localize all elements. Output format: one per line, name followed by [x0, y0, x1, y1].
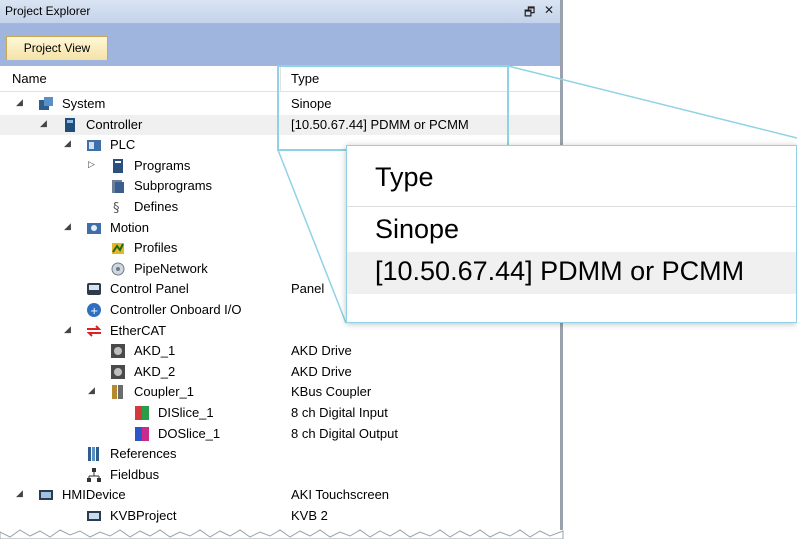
torn-edge — [0, 529, 564, 539]
zoom-source-box — [277, 65, 509, 151]
zoom-header-divider — [347, 206, 796, 207]
zoom-row-controller-type: [10.50.67.44] PDMM or PCMM — [375, 256, 745, 286]
zoom-type-header: Type — [375, 162, 434, 192]
zoom-connector-line-bottom — [277, 149, 347, 324]
zoom-connector-line-top — [507, 65, 797, 139]
zoom-row-system-type: Sinope — [375, 214, 460, 244]
zoom-callout: Type Sinope [10.50.67.44] PDMM or PCMM — [346, 145, 797, 323]
